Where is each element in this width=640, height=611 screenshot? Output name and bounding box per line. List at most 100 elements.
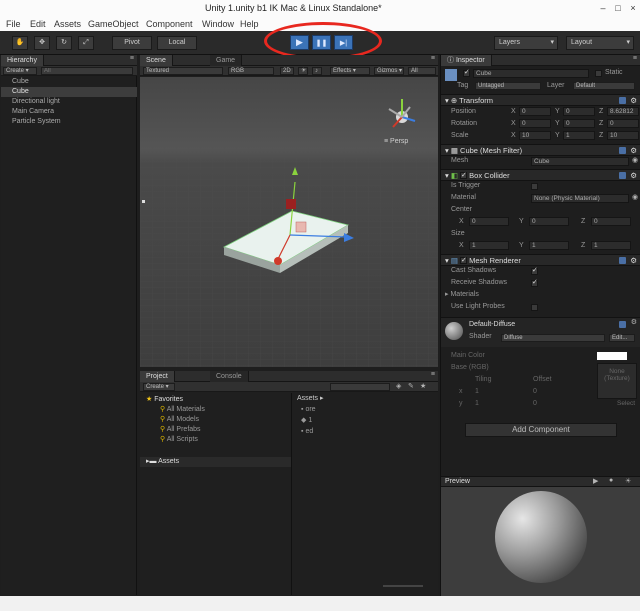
offset-y-value[interactable]: 0: [533, 399, 537, 409]
play-preview-icon[interactable]: ▶: [593, 477, 598, 485]
move-tool-icon[interactable]: ✥: [34, 36, 50, 50]
pivot-toggle[interactable]: Pivot: [112, 36, 152, 50]
perspective-label[interactable]: ≡ Persp: [384, 138, 408, 145]
rotation-x-field[interactable]: 0: [519, 119, 551, 128]
gizmos-dropdown[interactable]: Gizmos ▾: [374, 67, 404, 75]
tab-game[interactable]: Game: [210, 55, 243, 66]
edit-shader-button[interactable]: Edit...: [609, 334, 635, 342]
rotate-tool-icon[interactable]: ↻: [56, 36, 72, 50]
local-toggle[interactable]: Local: [157, 36, 197, 50]
tag-dropdown[interactable]: Untagged: [475, 82, 541, 90]
gear-icon[interactable]: ⚙: [631, 318, 637, 326]
tab-console[interactable]: Console: [210, 371, 249, 382]
favorite-item[interactable]: ⚲ All Materials: [160, 405, 205, 415]
receive-shadows-checkbox[interactable]: [531, 278, 538, 287]
gear-icon[interactable]: ⚙: [630, 95, 637, 106]
materials-foldout[interactable]: ▸ Materials: [445, 290, 479, 300]
hand-tool-icon[interactable]: ✋: [12, 36, 28, 50]
center-x-field[interactable]: 0: [469, 217, 509, 226]
rotation-y-field[interactable]: 0: [563, 119, 595, 128]
select-texture-button[interactable]: Select: [617, 399, 635, 409]
scale-x-field[interactable]: 10: [519, 131, 551, 140]
hierarchy-item-directional-light[interactable]: Directional light: [1, 97, 137, 107]
help-icon[interactable]: [619, 172, 626, 179]
object-picker-icon[interactable]: ◉: [632, 193, 638, 201]
scale-z-field[interactable]: 10: [607, 131, 639, 140]
shading-mode-dropdown[interactable]: Textured: [143, 67, 223, 75]
material-preview-area[interactable]: [441, 487, 640, 600]
transform-header[interactable]: ▾ ⊕ Transform ⚙: [441, 94, 640, 106]
box-collider-header[interactable]: ▾ ◧ Box Collider ⚙: [441, 169, 640, 181]
shader-dropdown[interactable]: Diffuse: [501, 334, 605, 342]
panel-menu-icon[interactable]: ≡: [130, 55, 134, 62]
static-checkbox[interactable]: [595, 70, 602, 77]
size-z-field[interactable]: 1: [591, 241, 631, 250]
scene-search-input[interactable]: All: [408, 67, 436, 75]
mesh-renderer-enabled-checkbox[interactable]: [460, 255, 468, 266]
size-x-field[interactable]: 1: [469, 241, 509, 250]
physic-material-field[interactable]: None (Physic Material): [531, 194, 629, 203]
cast-shadows-checkbox[interactable]: [531, 266, 538, 275]
tab-hierarchy[interactable]: Hierarchy: [1, 55, 44, 66]
material-header[interactable]: Default-Diffuse Shader Diffuse Edit... ⚙: [441, 317, 640, 347]
help-icon[interactable]: [619, 147, 626, 154]
close-button[interactable]: ×: [626, 2, 640, 14]
tiling-x-value[interactable]: 1: [475, 387, 479, 397]
size-y-field[interactable]: 1: [529, 241, 569, 250]
preview-light-icon[interactable]: ☀: [625, 477, 631, 485]
menu-assets[interactable]: Assets: [54, 19, 81, 29]
preview-header[interactable]: Preview ▶ ● ☀: [441, 476, 640, 487]
sphere-preview-icon[interactable]: ●: [609, 477, 613, 484]
minimize-button[interactable]: –: [596, 2, 610, 14]
cube-object[interactable]: [286, 199, 296, 209]
object-active-checkbox[interactable]: [463, 68, 470, 77]
layout-dropdown[interactable]: Layout ▾: [566, 36, 634, 50]
mesh-filter-header[interactable]: ▾ ▦ Cube (Mesh Filter) ⚙: [441, 144, 640, 156]
panel-menu-icon[interactable]: ≡: [431, 55, 435, 62]
menu-file[interactable]: File: [6, 19, 21, 29]
asset-item[interactable]: ▪ ore: [301, 405, 316, 415]
menu-component[interactable]: Component: [146, 19, 193, 29]
star-filter-icon[interactable]: ★: [420, 382, 426, 390]
effects-dropdown[interactable]: Effects ▾: [330, 67, 370, 75]
project-search-input[interactable]: [330, 383, 390, 391]
lighting-toggle-icon[interactable]: ☀: [298, 67, 308, 75]
panel-menu-icon[interactable]: ≡: [431, 371, 435, 378]
layers-dropdown[interactable]: Layers ▾: [494, 36, 558, 50]
use-light-probes-checkbox[interactable]: [531, 304, 538, 311]
mode-2d-toggle[interactable]: 2D: [280, 67, 294, 75]
x-axis-handle-icon[interactable]: [274, 257, 282, 265]
menu-gameobject[interactable]: GameObject: [88, 19, 139, 29]
add-component-button[interactable]: Add Component: [465, 423, 617, 437]
mesh-renderer-header[interactable]: ▾ ▤ Mesh Renderer ⚙: [441, 254, 640, 266]
hierarchy-create-dropdown[interactable]: Create ▾: [3, 67, 37, 75]
project-create-dropdown[interactable]: Create ▾: [143, 383, 175, 391]
main-color-swatch[interactable]: [597, 352, 627, 360]
panel-menu-icon[interactable]: ≡: [633, 55, 637, 62]
object-picker-icon[interactable]: ◉: [632, 156, 638, 164]
help-icon[interactable]: [619, 321, 626, 328]
position-y-field[interactable]: 0: [563, 107, 595, 116]
scale-y-field[interactable]: 1: [563, 131, 595, 140]
offset-x-value[interactable]: 0: [533, 387, 537, 397]
tab-inspector[interactable]: ⓘ Inspector: [441, 55, 492, 66]
hierarchy-item-cube[interactable]: Cube: [1, 77, 137, 87]
gear-icon[interactable]: ⚙: [630, 255, 637, 266]
box-collider-enabled-checkbox[interactable]: [460, 170, 468, 181]
favorite-item[interactable]: ⚲ All Scripts: [160, 435, 198, 445]
favorite-item[interactable]: ⚲ All Models: [160, 415, 199, 425]
help-icon[interactable]: [619, 257, 626, 264]
filter-by-label-icon[interactable]: ✎: [408, 382, 414, 390]
object-name-field[interactable]: Cube: [473, 69, 589, 78]
hierarchy-search-input[interactable]: [41, 67, 133, 75]
rotation-z-field[interactable]: 0: [607, 119, 639, 128]
scene-viewport[interactable]: ≡ Persp: [140, 77, 438, 367]
layer-dropdown[interactable]: Default: [573, 82, 635, 90]
hierarchy-item-main-camera[interactable]: Main Camera: [1, 107, 137, 117]
base-texture-slot[interactable]: None (Texture): [597, 363, 637, 399]
center-y-field[interactable]: 0: [529, 217, 569, 226]
favorite-item[interactable]: ⚲ All Prefabs: [160, 425, 201, 435]
render-mode-dropdown[interactable]: RGB: [228, 67, 274, 75]
is-trigger-checkbox[interactable]: [531, 183, 538, 190]
audio-toggle-icon[interactable]: ♪: [312, 67, 322, 75]
